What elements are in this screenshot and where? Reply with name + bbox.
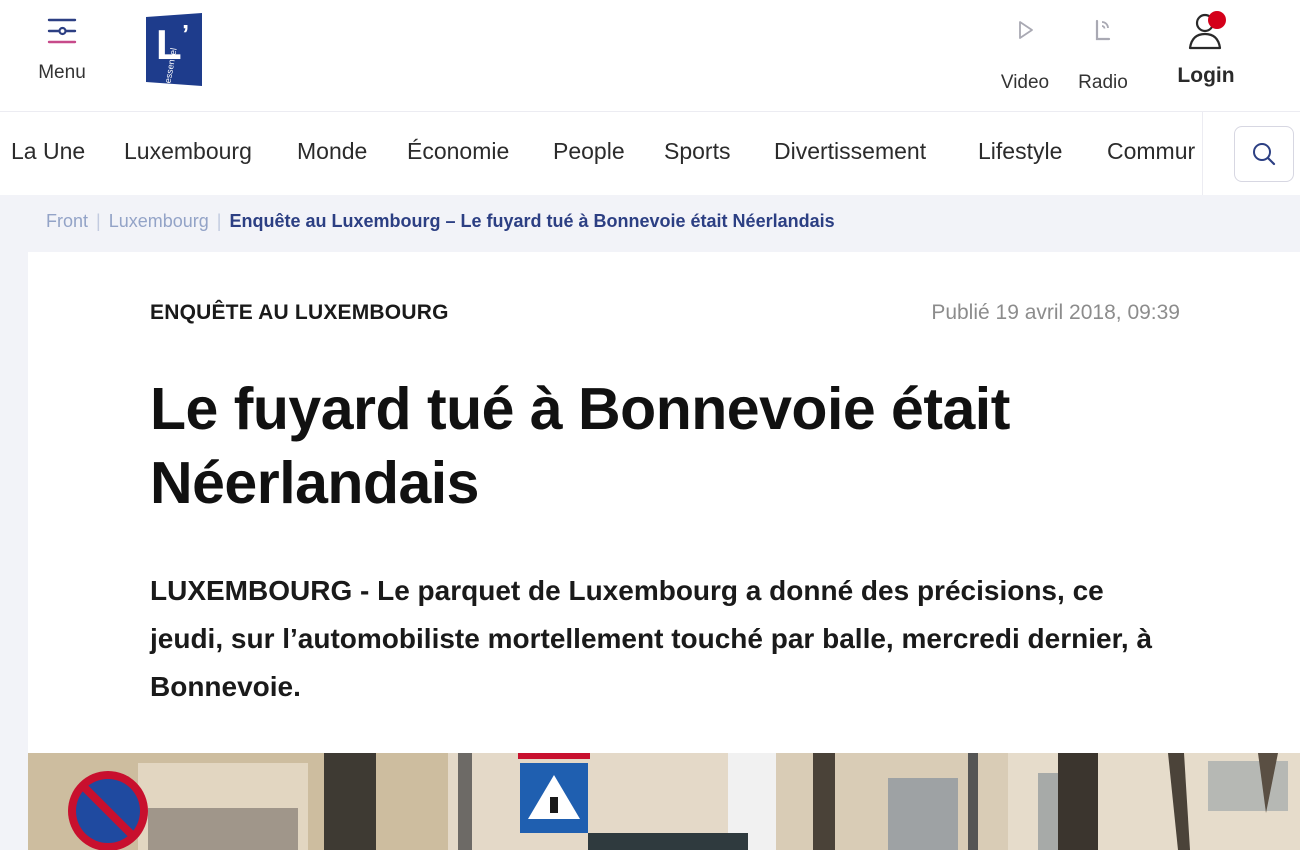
- nav-item-la-une[interactable]: La Une: [11, 138, 85, 165]
- menu-label: Menu: [38, 62, 86, 83]
- nav-item-economie[interactable]: Économie: [407, 138, 509, 165]
- breadcrumb-section[interactable]: Luxembourg: [109, 211, 209, 231]
- nav-item-divertissement[interactable]: Divertissement: [774, 138, 926, 165]
- video-label: Video: [1000, 72, 1050, 93]
- nav-item-monde[interactable]: Monde: [297, 138, 367, 165]
- breadcrumb-front[interactable]: Front: [46, 211, 88, 231]
- nav-item-people[interactable]: People: [553, 138, 625, 165]
- breadcrumb-separator: |: [216, 211, 222, 231]
- search-button[interactable]: [1234, 126, 1294, 182]
- breadcrumb-separator: |: [96, 211, 101, 231]
- login-label: Login: [1177, 64, 1235, 87]
- article-title: Le fuyard tué à Bonnevoie était Néerland…: [150, 376, 1010, 516]
- radio-icon: [1095, 19, 1111, 41]
- article-lead: LUXEMBOURG - Le parquet de Luxembourg a …: [150, 575, 1153, 702]
- nav-item-sports[interactable]: Sports: [664, 138, 730, 165]
- logo-mark: L ’ essentiel: [146, 13, 202, 86]
- breadcrumb-current[interactable]: Enquête au Luxembourg – Le fuyard tué à …: [229, 211, 834, 231]
- site-header: Menu L ’ essentiel Video Radio Login: [0, 0, 1300, 112]
- street-scene-image: [28, 753, 1300, 850]
- menu-icon: [47, 18, 77, 44]
- login-button[interactable]: Login: [1170, 8, 1242, 88]
- article-kicker[interactable]: ENQUÊTE AU LUXEMBOURG: [150, 301, 449, 325]
- article-image: [28, 753, 1300, 850]
- nav-item-community[interactable]: Commur: [1107, 138, 1195, 165]
- site-logo[interactable]: L ’ essentiel: [146, 13, 202, 86]
- nav-item-luxembourg[interactable]: Luxembourg: [124, 138, 252, 165]
- breadcrumb: Front | Luxembourg | Enquête au Luxembourg –…: [46, 211, 835, 232]
- video-link[interactable]: Video: [995, 16, 1055, 94]
- article-published-date: Publié 19 avril 2018, 09:39: [931, 301, 1180, 324]
- nav-items: La Une Luxembourg Monde Économie People …: [0, 112, 1202, 195]
- play-icon: [1019, 21, 1033, 39]
- notification-dot: [1208, 11, 1226, 29]
- svg-text:’: ’: [182, 19, 189, 49]
- nav-item-lifestyle[interactable]: Lifestyle: [978, 138, 1062, 165]
- radio-label: Radio: [1078, 72, 1128, 93]
- search-icon: [1253, 143, 1276, 166]
- radio-link[interactable]: Radio: [1072, 16, 1134, 94]
- main-nav: La Une Luxembourg Monde Économie People …: [0, 112, 1300, 195]
- nav-divider: [1202, 112, 1203, 195]
- menu-button[interactable]: Menu: [28, 12, 96, 92]
